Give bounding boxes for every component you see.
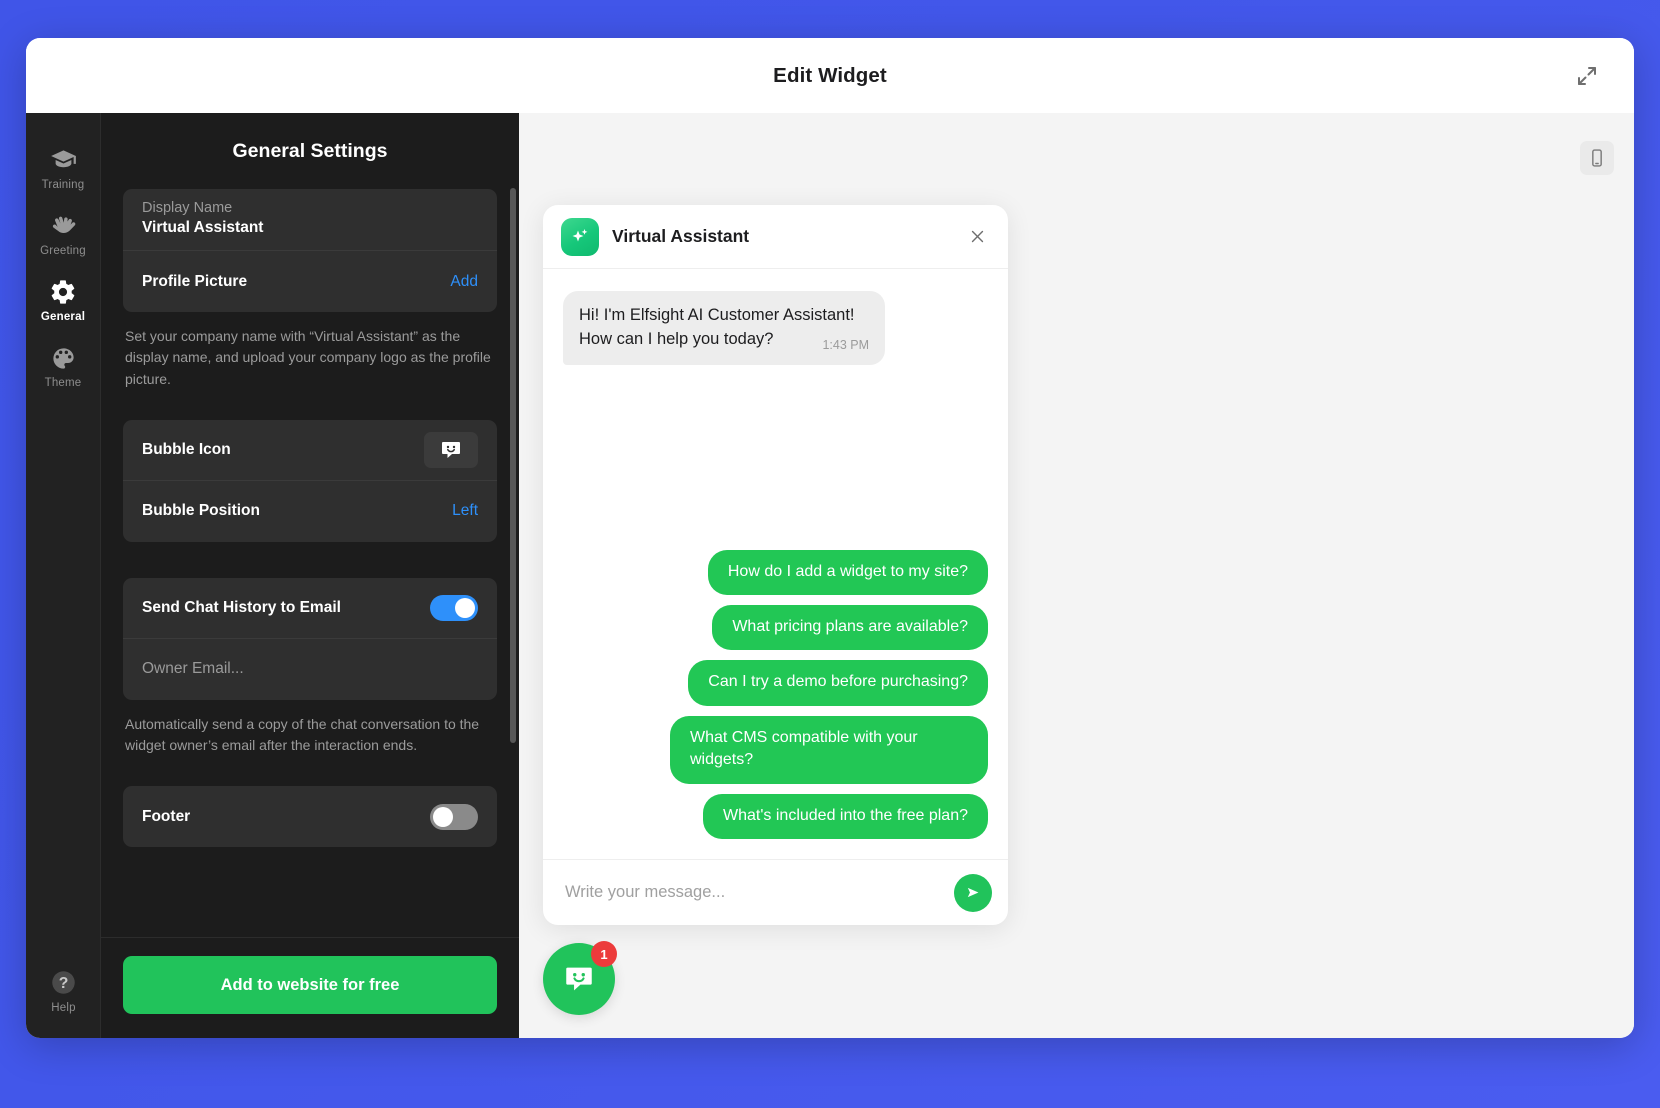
settings-scrollbar[interactable] <box>510 188 516 743</box>
sidebar-rail: Training Greeting General Theme ? Help <box>26 113 101 1038</box>
bubble-icon-label: Bubble Icon <box>142 440 231 458</box>
settings-title: General Settings <box>232 140 388 162</box>
help-button[interactable]: ? Help <box>26 968 101 1014</box>
chat-widget-title: Virtual Assistant <box>612 226 750 246</box>
bubble-position-value[interactable]: Left <box>452 502 478 520</box>
add-to-website-button[interactable]: Add to website for free <box>123 956 497 1014</box>
sidebar-item-greeting[interactable]: Greeting <box>26 201 101 267</box>
modal-body: Training Greeting General Theme ? Help G… <box>26 113 1634 1038</box>
sidebar-item-label: Training <box>41 179 85 191</box>
sidebar-item-label: Greeting <box>40 245 86 257</box>
chat-message-list: Hi! I'm Elfsight AI Customer Assistant! … <box>543 269 1008 859</box>
profile-picture-label: Profile Picture <box>142 272 248 290</box>
page-title: Edit Widget <box>773 63 887 87</box>
chat-widget: Virtual Assistant Hi! I'm Elfsight AI Cu… <box>543 205 1008 925</box>
display-name-value: Virtual Assistant <box>142 219 264 236</box>
send-chat-history-label: Send Chat History to Email <box>142 598 341 616</box>
sidebar-item-general[interactable]: General <box>26 267 101 333</box>
graduation-cap-icon <box>49 146 77 174</box>
send-chat-history-row[interactable]: Send Chat History to Email <box>123 578 497 639</box>
profile-picture-row[interactable]: Profile Picture Add <box>123 251 497 312</box>
widget-preview-area: Virtual Assistant Hi! I'm Elfsight AI Cu… <box>519 113 1634 1038</box>
email-card: Send Chat History to Email Owner Email..… <box>123 577 497 700</box>
email-help-text: Automatically send a copy of the chat co… <box>125 715 480 754</box>
question-mark-icon: ? <box>50 968 78 996</box>
footer-row[interactable]: Footer <box>123 786 497 847</box>
gear-icon <box>49 278 77 306</box>
bubble-card: Bubble Icon Bubble Position Left <box>123 419 497 542</box>
bubble-position-row[interactable]: Bubble Position Left <box>123 481 497 542</box>
toggle-knob <box>433 806 453 827</box>
suggestion-chip[interactable]: What CMS compatible with your widgets? <box>670 715 988 784</box>
suggestion-list: How do I add a widget to my site? What p… <box>563 549 988 849</box>
footer-card: Footer <box>123 786 497 848</box>
modal-header: Edit Widget <box>26 38 1634 113</box>
chat-message-input[interactable] <box>565 883 944 902</box>
edit-widget-modal: Edit Widget Training Greeting General Th… <box>26 38 1634 1038</box>
suggestion-chip[interactable]: How do I add a widget to my site? <box>707 549 988 596</box>
chat-widget-header: Virtual Assistant <box>543 205 1008 269</box>
bubble-position-label: Bubble Position <box>142 502 260 520</box>
chat-smiley-icon[interactable] <box>424 431 478 468</box>
suggestion-chip[interactable]: What pricing plans are available? <box>712 605 988 651</box>
settings-footer: Add to website for free <box>101 937 519 1038</box>
chat-launcher: 1 <box>543 941 617 1015</box>
close-x-icon[interactable] <box>964 224 990 250</box>
toggle-knob <box>455 597 475 618</box>
mobile-phone-icon[interactable] <box>1580 141 1614 175</box>
profile-picture-add-button[interactable]: Add <box>450 273 478 291</box>
sidebar-item-theme[interactable]: Theme <box>26 333 101 399</box>
help-label: Help <box>51 1002 76 1014</box>
palette-icon <box>49 344 77 372</box>
suggestion-chip[interactable]: Can I try a demo before purchasing? <box>688 660 988 706</box>
waving-hand-icon <box>49 212 77 240</box>
display-name-field[interactable]: Display Name Virtual Assistant <box>123 189 497 251</box>
owner-email-input[interactable]: Owner Email... <box>123 639 497 700</box>
bot-message-time: 1:43 PM <box>822 337 869 352</box>
suggestion-chip[interactable]: What's included into the free plan? <box>703 793 988 839</box>
sparkle-icon <box>561 217 599 256</box>
footer-label: Footer <box>142 807 191 825</box>
footer-toggle[interactable] <box>430 803 478 830</box>
unread-badge: 1 <box>591 941 617 967</box>
identity-help-text: Set your company name with “Virtual Assi… <box>125 328 491 387</box>
send-paper-plane-icon[interactable] <box>954 873 992 912</box>
svg-text:?: ? <box>59 975 69 992</box>
chat-input-bar <box>543 859 1008 925</box>
display-name-label: Display Name <box>142 200 233 216</box>
sidebar-item-label: Theme <box>44 377 82 389</box>
send-chat-history-toggle[interactable] <box>430 594 478 621</box>
settings-scroll-area: General Settings Display Name Virtual As… <box>101 113 519 937</box>
bubble-icon-row[interactable]: Bubble Icon <box>123 420 497 481</box>
sidebar-item-training[interactable]: Training <box>26 135 101 201</box>
bot-message-bubble: Hi! I'm Elfsight AI Customer Assistant! … <box>563 291 885 366</box>
expand-icon[interactable] <box>1570 59 1604 93</box>
identity-card: Display Name Virtual Assistant Profile P… <box>123 189 497 312</box>
bot-message-text: Hi! I'm Elfsight AI Customer Assistant! … <box>579 306 855 348</box>
sidebar-item-label: General <box>40 311 86 323</box>
settings-panel: General Settings Display Name Virtual As… <box>101 113 519 1038</box>
